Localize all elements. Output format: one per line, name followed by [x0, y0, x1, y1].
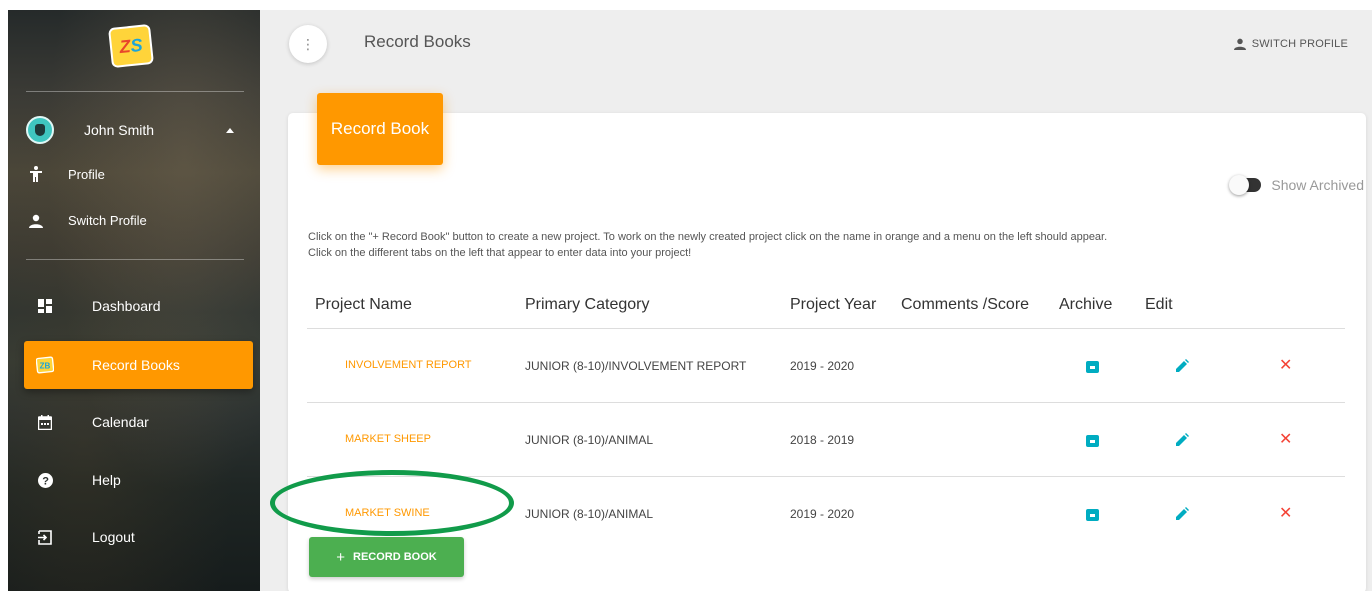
project-year-cell: 2019 - 2020 — [790, 507, 855, 521]
table-header: Project Name Primary Category Project Ye… — [307, 273, 1345, 329]
calendar-icon — [36, 414, 54, 430]
sidebar-item-label: Record Books — [92, 357, 180, 373]
sidebar-item-calendar[interactable]: Calendar — [24, 398, 253, 446]
project-name-link[interactable]: MARKET SWINE — [345, 507, 430, 519]
close-icon[interactable]: ✕ — [1279, 506, 1292, 522]
primary-category-cell: JUNIOR (8-10)/ANIMAL — [525, 507, 654, 521]
table-row: MARKET SHEEP JUNIOR (8-10)/ANIMAL 2018 -… — [307, 403, 1345, 477]
edit-icon[interactable] — [1175, 433, 1189, 452]
sidebar-item-profile[interactable]: Profile — [26, 166, 105, 182]
show-archived-toggle-group: Show Archived — [1229, 175, 1364, 195]
more-vert-icon[interactable]: ⋮ — [289, 25, 327, 63]
sidebar-item-help[interactable]: ? Help — [24, 456, 253, 504]
person-icon — [1233, 38, 1246, 50]
column-header-project-name: Project Name — [315, 296, 412, 313]
show-archived-label: Show Archived — [1271, 177, 1364, 193]
sidebar-item-label: Calendar — [92, 414, 149, 430]
project-name-link[interactable]: MARKET SHEEP — [345, 433, 431, 445]
column-header-edit: Edit — [1145, 296, 1173, 313]
add-record-book-button[interactable]: + RECORD BOOK — [309, 537, 464, 577]
column-header-project-year: Project Year — [790, 296, 877, 313]
projects-table: Project Name Primary Category Project Ye… — [307, 273, 1345, 551]
edit-icon[interactable] — [1175, 359, 1189, 378]
sidebar-item-label: Dashboard — [92, 298, 161, 314]
sidebar-item-dashboard[interactable]: Dashboard — [24, 282, 253, 330]
app-logo[interactable]: ZS — [108, 23, 154, 69]
edit-icon[interactable] — [1175, 507, 1189, 526]
switch-profile-button[interactable]: SWITCH PROFILE — [1233, 38, 1348, 50]
instruction-line: Click on the "+ Record Book" button to c… — [308, 231, 1108, 243]
top-bar: ⋮ Record Books SWITCH PROFILE — [260, 10, 1372, 74]
column-header-primary-category: Primary Category — [525, 296, 650, 313]
logout-icon — [36, 529, 54, 545]
instruction-line: Click on the different tabs on the left … — [308, 247, 692, 259]
project-year-cell: 2019 - 2020 — [790, 359, 855, 373]
add-record-book-label: RECORD BOOK — [353, 551, 437, 563]
sidebar-divider — [26, 91, 244, 92]
record-book-card: Record Book Show Archived Click on the "… — [288, 93, 1366, 591]
project-year-cell: 2018 - 2019 — [790, 433, 855, 447]
sidebar-item-switch-profile[interactable]: Switch Profile — [26, 213, 147, 228]
sidebar-item-label: Profile — [68, 166, 105, 182]
dashboard-icon — [36, 299, 54, 313]
sidebar-item-label: Help — [92, 472, 121, 488]
person-icon — [26, 214, 46, 228]
sidebar-divider — [26, 259, 244, 260]
switch-profile-label: SWITCH PROFILE — [1251, 38, 1348, 50]
column-header-comments-score: Comments /Score — [901, 296, 1030, 313]
primary-category-cell: JUNIOR (8-10)/ANIMAL — [525, 433, 654, 447]
close-icon[interactable]: ✕ — [1279, 432, 1292, 448]
user-name: John Smith — [84, 122, 155, 138]
instructions-text: Click on the "+ Record Book" button to c… — [308, 229, 1348, 261]
page-title: Record Books — [364, 32, 471, 51]
project-name-link[interactable]: INVOLVEMENT REPORT — [345, 359, 472, 371]
column-header-archive: Archive — [1059, 296, 1113, 313]
sidebar-item-logout[interactable]: Logout — [24, 513, 253, 561]
svg-text:ZB: ZB — [40, 362, 51, 371]
archive-icon[interactable] — [1086, 435, 1099, 447]
chevron-up-icon — [226, 127, 234, 133]
plus-icon: + — [336, 548, 346, 566]
logo-letter-s: S — [129, 34, 144, 56]
close-icon[interactable]: ✕ — [1279, 358, 1292, 374]
archive-icon[interactable] — [1086, 361, 1099, 373]
sidebar-item-record-books[interactable]: ZB Record Books — [24, 341, 253, 389]
table-row: INVOLVEMENT REPORT JUNIOR (8-10)/INVOLVE… — [307, 329, 1345, 403]
svg-text:?: ? — [42, 475, 49, 487]
main-content: ⋮ Record Books SWITCH PROFILE Record Boo… — [260, 10, 1372, 591]
help-icon: ? — [36, 472, 54, 488]
zs-record-books-icon: ZB — [36, 355, 54, 375]
archive-icon[interactable] — [1086, 509, 1099, 521]
show-archived-toggle[interactable] — [1229, 175, 1262, 195]
user-menu-toggle[interactable]: John Smith — [26, 114, 248, 146]
sidebar-item-label: Switch Profile — [68, 213, 147, 228]
sidebar-item-label: Logout — [92, 529, 135, 545]
card-header: Record Book — [317, 93, 443, 165]
sidebar: ZS John Smith Profile Switch Profile Das… — [8, 10, 260, 591]
person-standing-icon — [26, 166, 46, 182]
avatar — [26, 116, 54, 144]
primary-category-cell: JUNIOR (8-10)/INVOLVEMENT REPORT — [525, 359, 747, 373]
